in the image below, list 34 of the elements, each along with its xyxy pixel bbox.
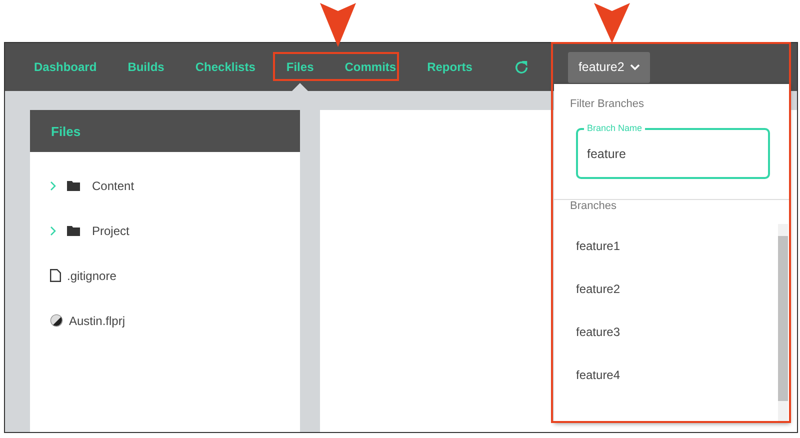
file-icon (50, 269, 61, 282)
nav-tab[interactable]: Builds (128, 43, 164, 91)
nav-tab[interactable]: Files (286, 43, 314, 91)
nav-tab[interactable]: Reports (427, 43, 472, 91)
file-tree-item[interactable]: Project (30, 208, 300, 253)
nav-tab[interactable]: Dashboard (34, 43, 97, 91)
item-name: .gitignore (67, 268, 116, 282)
chevron-right-icon[interactable] (50, 180, 57, 190)
file-tree-item[interactable]: .gitignore (30, 253, 300, 298)
folder-icon (67, 180, 80, 190)
field-label: Branch Name (584, 123, 646, 134)
nav-tab[interactable]: Commits (344, 43, 396, 91)
menu-heading: Branches (569, 200, 618, 212)
menu-heading: Filter Branches (569, 97, 645, 110)
item-name: Project (92, 224, 130, 238)
chevron-right-icon[interactable] (50, 226, 57, 236)
nav-tab[interactable]: Checklists (195, 43, 256, 91)
branch-item[interactable]: feature2 (554, 267, 778, 310)
branch-item[interactable]: feature3 (554, 310, 778, 353)
refresh-button[interactable] (514, 60, 530, 74)
folder-icon (67, 226, 80, 236)
project-icon (50, 314, 63, 327)
panel-title: Files (30, 110, 300, 152)
file-tree-item[interactable]: Austin.flprj (30, 298, 300, 343)
pointer-arrow-icon (320, 3, 356, 47)
branch-dropdown-button[interactable]: feature2 (568, 52, 650, 82)
branch-item[interactable]: feature1 (554, 224, 778, 267)
item-name: Austin.flprj (69, 314, 126, 328)
pointer-arrow-icon (594, 3, 630, 43)
file-tree-item[interactable]: Content (30, 163, 300, 208)
scrollbar[interactable] (778, 224, 788, 423)
branch-item[interactable]: feature4 (554, 353, 778, 396)
chevron-down-icon[interactable] (630, 64, 640, 70)
item-name: Content (92, 178, 134, 192)
